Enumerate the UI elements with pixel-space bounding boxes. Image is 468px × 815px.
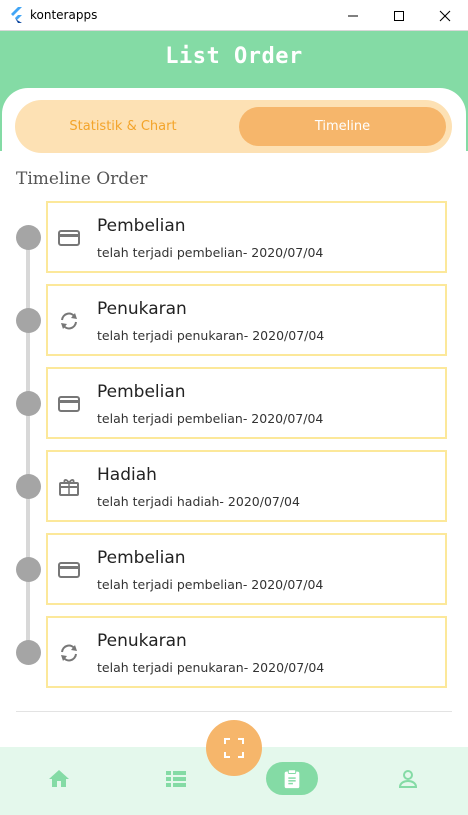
nav-home-button[interactable] (45, 765, 73, 793)
timeline-item-desc: telah terjadi pembelian- 2020/07/04 (97, 577, 324, 592)
timeline-item-hadiah[interactable]: Hadiah telah terjadi hadiah- 2020/07/04 (46, 450, 447, 522)
nav-orders-button[interactable] (266, 762, 318, 795)
person-icon (398, 770, 418, 788)
close-button[interactable] (422, 0, 468, 31)
timeline-dot (16, 474, 41, 499)
credit-card-icon (58, 396, 80, 412)
timeline-item-pembelian[interactable]: Pembelian telah terjadi pembelian- 2020/… (46, 201, 447, 273)
timeline-item-name: Pembelian (97, 382, 186, 402)
timeline-item-desc: telah terjadi pembelian- 2020/07/04 (97, 245, 324, 260)
timeline-item-name: Pembelian (97, 216, 186, 236)
window-title: konterapps (30, 8, 98, 22)
timeline-dot (16, 308, 41, 333)
home-icon (49, 770, 69, 787)
timeline-item-pembelian[interactable]: Pembelian telah terjadi pembelian- 2020/… (46, 367, 447, 439)
timeline-line (26, 238, 30, 656)
minimize-icon (348, 15, 358, 16)
timeline-dot (16, 557, 41, 582)
timeline-item-name: Penukaran (97, 631, 187, 651)
tab-timeline[interactable]: Timeline (239, 107, 446, 146)
timeline-dot (16, 225, 41, 250)
tab-bar: Statistik & Chart Timeline (15, 100, 452, 153)
timeline-item-penukaran[interactable]: Penukaran telah terjadi penukaran- 2020/… (46, 616, 447, 688)
window-titlebar: konterapps (0, 0, 468, 31)
nav-list-button[interactable] (162, 765, 190, 793)
divider (16, 711, 452, 712)
gift-icon (59, 479, 79, 496)
maximize-button[interactable] (376, 0, 422, 31)
timeline-item-name: Hadiah (97, 465, 157, 485)
minimize-button[interactable] (330, 0, 376, 31)
page-title: List Order (165, 44, 303, 69)
nav-profile-button[interactable] (394, 765, 422, 793)
tab-statistik-chart[interactable]: Statistik & Chart (23, 107, 223, 146)
scan-fab-button[interactable] (206, 720, 262, 776)
timeline-item-name: Penukaran (97, 299, 187, 319)
list-icon (166, 771, 186, 787)
timeline-item-desc: telah terjadi penukaran- 2020/07/04 (97, 660, 325, 675)
timeline-item-desc: telah terjadi hadiah- 2020/07/04 (97, 494, 300, 509)
timeline-dot (16, 640, 41, 665)
scan-icon (224, 738, 244, 758)
timeline-item-desc: telah terjadi pembelian- 2020/07/04 (97, 411, 324, 426)
maximize-icon (394, 10, 404, 21)
clipboard-icon (284, 768, 300, 788)
credit-card-icon (58, 562, 80, 578)
timeline-item-desc: telah terjadi penukaran- 2020/07/04 (97, 328, 325, 343)
close-icon (439, 10, 451, 21)
exchange-icon (61, 644, 77, 662)
timeline-item-pembelian[interactable]: Pembelian telah terjadi pembelian- 2020/… (46, 533, 447, 605)
timeline-item-name: Pembelian (97, 548, 186, 568)
timeline-item-penukaran[interactable]: Penukaran telah terjadi penukaran- 2020/… (46, 284, 447, 356)
section-title: Timeline Order (16, 169, 148, 189)
exchange-icon (61, 312, 77, 330)
credit-card-icon (58, 230, 80, 246)
timeline-dot (16, 391, 41, 416)
flutter-logo-icon (11, 7, 22, 23)
